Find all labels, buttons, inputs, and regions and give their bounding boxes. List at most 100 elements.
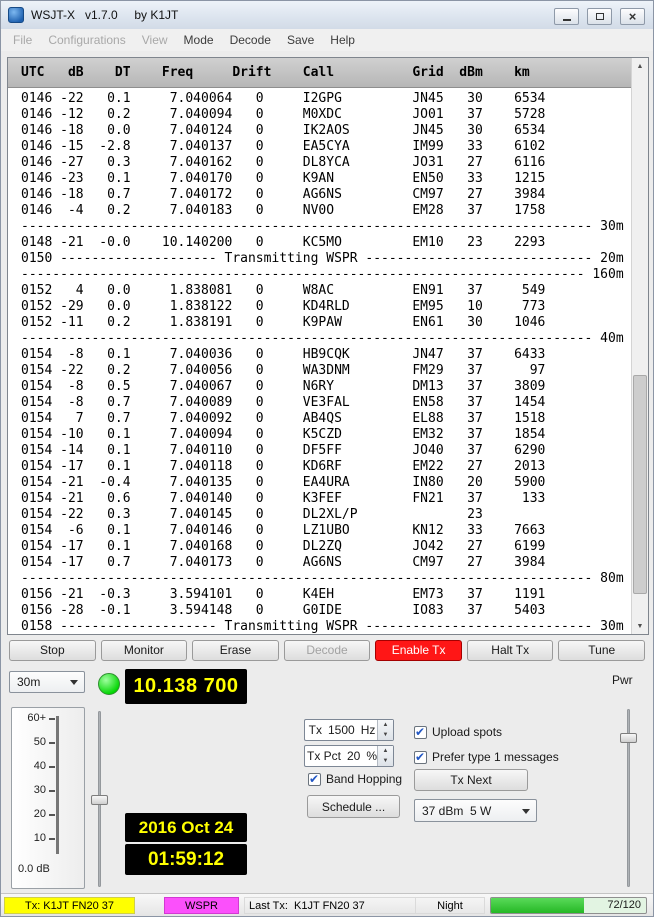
decode-row[interactable]: 0148 -21 -0.0 10.140200 0 KC5MO EM10 23 …: [21, 235, 631, 251]
tx-pct-number: 20: [347, 749, 360, 763]
menu-bar: FileConfigurationsViewModeDecodeSaveHelp: [1, 29, 653, 51]
decode-row[interactable]: 0154 -22 0.3 7.040145 0 DL2XL/P 23: [21, 507, 631, 523]
tx-next-button[interactable]: Tx Next: [414, 769, 528, 791]
upload-spots-checkbox[interactable]: Upload spots: [414, 725, 502, 739]
chevron-down-icon: [70, 680, 78, 685]
mode-chip: WSPR: [164, 897, 239, 914]
decode-row[interactable]: 0152 -11 0.2 1.838191 0 K9PAW EN61 30 10…: [21, 315, 631, 331]
pwr-slider[interactable]: [620, 707, 638, 889]
decode-row[interactable]: 0146 -4 0.2 7.040183 0 NV0O EM28 37 1758: [21, 203, 631, 219]
decode-row[interactable]: 0146 -23 0.1 7.040170 0 K9AN EN50 33 121…: [21, 171, 631, 187]
decode-row[interactable]: 0152 4 0.0 1.838081 0 W8AC EN91 37 549: [21, 283, 631, 299]
erase-button[interactable]: Erase: [192, 640, 279, 661]
band-select[interactable]: 30m: [9, 671, 85, 693]
enable-tx-button[interactable]: Enable Tx: [375, 640, 462, 661]
tx-freq-value: Tx 1500 Hz: [308, 720, 376, 740]
decode-row[interactable]: 0154 -17 0.7 7.040173 0 AG6NS CM97 27 39…: [21, 555, 631, 571]
scroll-down-button[interactable]: ▼: [632, 618, 648, 634]
frequency-display: 10.138 700: [125, 669, 247, 704]
progress-label: 72/120: [607, 898, 641, 913]
spin-down-icon[interactable]: ▼: [378, 730, 393, 740]
decode-row[interactable]: 0146 -18 0.7 7.040172 0 AG6NS CM97 27 39…: [21, 187, 631, 203]
tx-pct-spinbox[interactable]: Tx Pct 20 % ▲ ▼: [304, 745, 394, 767]
decode-row[interactable]: 0146 -22 0.1 7.040064 0 I2GPG JN45 30 65…: [21, 91, 631, 107]
meter-tick: [49, 718, 55, 720]
spinner-buttons: ▲ ▼: [377, 746, 393, 766]
prefer-type1-checkbox[interactable]: Prefer type 1 messages: [414, 750, 559, 764]
menu-item-help[interactable]: Help: [322, 29, 363, 51]
menu-item-decode[interactable]: Decode: [222, 29, 279, 51]
minimize-icon: [563, 19, 571, 21]
minimize-button[interactable]: [554, 8, 579, 25]
decode-row[interactable]: 0154 -8 0.1 7.040036 0 HB9CQK JN47 37 64…: [21, 347, 631, 363]
monitor-button[interactable]: Monitor: [101, 640, 188, 661]
menu-item-mode[interactable]: Mode: [176, 29, 222, 51]
decode-row[interactable]: 0152 -29 0.0 1.838122 0 KD4RLD EM95 10 7…: [21, 299, 631, 315]
decode-row[interactable]: 0154 -17 0.1 7.040118 0 KD6RF EM22 27 20…: [21, 459, 631, 475]
decode-row[interactable]: 0146 -27 0.3 7.040162 0 DL8YCA JO31 27 6…: [21, 155, 631, 171]
transmitting-row: 0158 -------------------- Transmitting W…: [21, 619, 631, 634]
tx-freq-prefix: Tx: [309, 723, 322, 737]
decode-row[interactable]: 0156 -21 -0.3 3.594101 0 K4EH EM73 37 11…: [21, 587, 631, 603]
scroll-up-button[interactable]: ▲: [632, 58, 648, 74]
wsjtx-window: WSJT-X v1.7.0 by K1JT × FileConfiguratio…: [0, 0, 654, 917]
stop-button[interactable]: Stop: [9, 640, 96, 661]
meter-readout: 0.0 dB: [18, 863, 50, 875]
pwr-slider-thumb[interactable]: [620, 733, 637, 743]
band-separator-row: ----------------------------------------…: [21, 331, 631, 347]
progress-fill: [491, 898, 584, 913]
decode-row[interactable]: 0154 -22 0.2 7.040056 0 WA3DNM FM29 37 9…: [21, 363, 631, 379]
power-select[interactable]: 37 dBm 5 W: [414, 799, 537, 822]
decode-row[interactable]: 0154 -8 0.5 7.040067 0 N6RY DM13 37 3809: [21, 379, 631, 395]
decode-row[interactable]: 0146 -18 0.0 7.040124 0 IK2AOS JN45 30 6…: [21, 123, 631, 139]
decode-button: Decode: [284, 640, 371, 661]
spin-up-icon[interactable]: ▲: [378, 720, 393, 730]
halt-tx-button[interactable]: Halt Tx: [467, 640, 554, 661]
transmitting-row: 0150 -------------------- Transmitting W…: [21, 251, 631, 267]
close-button[interactable]: ×: [620, 8, 645, 25]
scrollbar-thumb[interactable]: [633, 375, 647, 594]
menu-item-save[interactable]: Save: [279, 29, 322, 51]
arrow-down-icon: ▼: [637, 623, 644, 630]
tx-pct-prefix: Tx Pct: [307, 749, 341, 763]
schedule-button[interactable]: Schedule ...: [307, 795, 400, 818]
rx-gain-slider-thumb[interactable]: [91, 795, 108, 805]
checkbox-icon: [414, 726, 427, 739]
decode-row[interactable]: 0154 -21 -0.4 7.040135 0 EA4URA IN80 20 …: [21, 475, 631, 491]
meter-tick-label: 60+: [12, 712, 46, 724]
prefer-type1-label: Prefer type 1 messages: [432, 750, 559, 764]
decode-row[interactable]: 0154 7 0.7 7.040092 0 AB4QS EL88 37 1518: [21, 411, 631, 427]
menu-item-file: File: [5, 29, 40, 51]
decode-row[interactable]: 0154 -21 0.6 7.040140 0 K3FEF FN21 37 13…: [21, 491, 631, 507]
spinner-buttons: ▲ ▼: [377, 720, 393, 740]
decode-row[interactable]: 0154 -8 0.7 7.040089 0 VE3FAL EN58 37 14…: [21, 395, 631, 411]
decode-row[interactable]: 0154 -6 0.1 7.040146 0 LZ1UBO KN12 33 76…: [21, 523, 631, 539]
tx-freq-spinbox[interactable]: Tx 1500 Hz ▲ ▼: [304, 719, 394, 741]
band-hopping-label: Band Hopping: [326, 772, 402, 786]
rx-gain-slider[interactable]: [91, 709, 109, 889]
night-label: Night: [415, 897, 485, 914]
spin-down-icon[interactable]: ▼: [378, 756, 393, 766]
meter-tick: [49, 814, 55, 816]
decode-row[interactable]: 0146 -12 0.2 7.040094 0 M0XDC JO01 37 57…: [21, 107, 631, 123]
checkbox-icon: [414, 751, 427, 764]
decode-row[interactable]: 0146 -15 -2.8 7.040137 0 EA5CYA IM99 33 …: [21, 139, 631, 155]
spin-up-icon[interactable]: ▲: [378, 746, 393, 756]
control-buttons-row: StopMonitorEraseDecodeEnable TxHalt TxTu…: [9, 640, 645, 661]
pwr-label: Pwr: [612, 673, 633, 687]
title-bar: WSJT-X v1.7.0 by K1JT ×: [1, 1, 653, 30]
last-tx-label: Last Tx: K1JT FN20 37: [244, 897, 416, 914]
maximize-button[interactable]: [587, 8, 612, 25]
meter-tick-label: 20: [12, 808, 46, 820]
status-bar: Tx: K1JT FN20 37 WSPR Last Tx: K1JT FN20…: [1, 893, 653, 916]
decode-row[interactable]: 0154 -14 0.1 7.040110 0 DF5FF JO40 37 62…: [21, 443, 631, 459]
rx-status-led: [98, 673, 120, 695]
decode-row[interactable]: 0154 -10 0.1 7.040094 0 K5CZD EM32 37 18…: [21, 427, 631, 443]
table-scrollbar[interactable]: ▲ ▼: [631, 58, 648, 634]
decode-row[interactable]: 0156 -28 -0.1 3.594148 0 G0IDE IO83 37 5…: [21, 603, 631, 619]
decode-row[interactable]: 0154 -17 0.1 7.040168 0 DL2ZQ JO42 27 61…: [21, 539, 631, 555]
band-hopping-checkbox[interactable]: Band Hopping: [308, 772, 402, 786]
meter-tick: [49, 838, 55, 840]
band-separator-row: ----------------------------------------…: [21, 219, 631, 235]
tune-button[interactable]: Tune: [558, 640, 645, 661]
